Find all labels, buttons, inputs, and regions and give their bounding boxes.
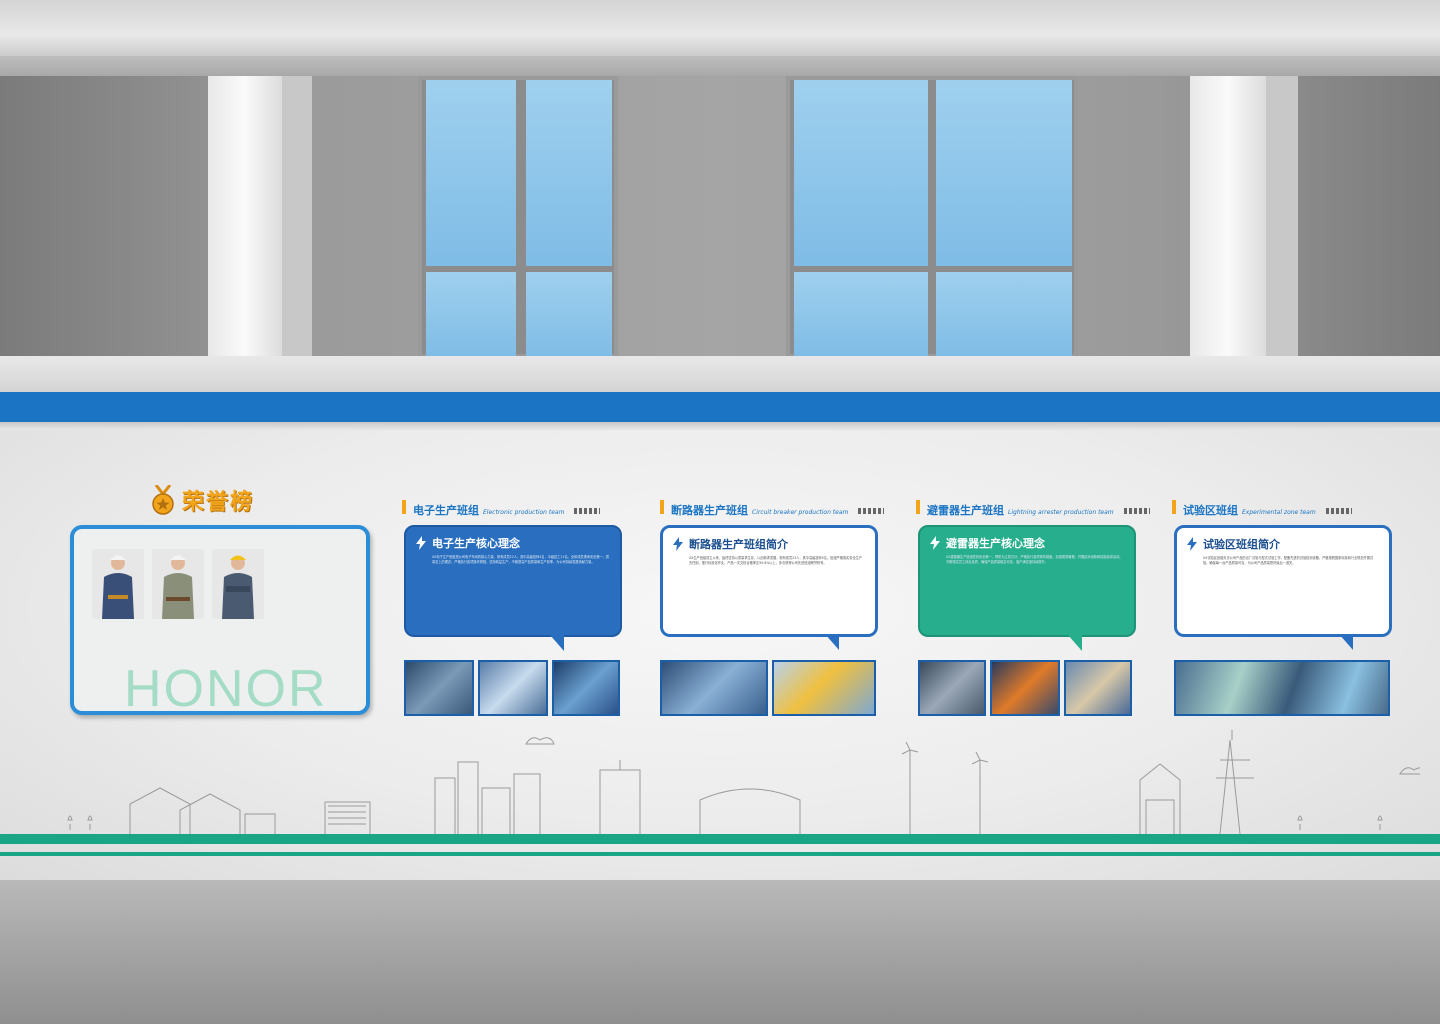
lightning-icon [930, 536, 940, 550]
lightning-icon [416, 536, 426, 550]
exhibition-wall-scene: 荣誉榜 HONOR 电子生产班组 Electronic production t… [0, 0, 1440, 1024]
right-window [786, 76, 1078, 358]
team-heading-arrester: 避雷器生产班组 Lightning arrester production te… [916, 500, 1150, 518]
blue-stripe [0, 392, 1440, 422]
lightning-icon [1187, 537, 1197, 551]
city-skyline-illustration [67, 730, 1420, 834]
team-panel-electronic: 电子生产核心理念 XX电子生产班组是公司电子车间的核心力量，现有成员22人，其中… [404, 525, 622, 651]
team-description: XX避雷器生产班组坚持安全第一、预防为主的方针，严格执行各项规章制度，加强现场管… [946, 555, 1123, 565]
honor-watermark: HONOR [124, 660, 328, 715]
medal-icon [152, 485, 174, 515]
team-panel-arrester: 避雷器生产核心理念 XX避雷器生产班组坚持安全第一、预防为主的方针，严格执行各项… [918, 525, 1136, 651]
green-floor-stripe [0, 834, 1440, 844]
honor-board: HONOR [70, 525, 370, 715]
team-description: XX电子生产班组是公司电子车间的核心力量，现有成员22人，其中高级技师4名，中级… [432, 555, 610, 565]
honor-heading: 荣誉榜 [150, 484, 254, 516]
worker-photo [92, 549, 144, 619]
left-column [208, 76, 282, 358]
team-photos-test-zone [1174, 660, 1390, 716]
team-photos-arrester [918, 660, 1132, 716]
team-panel-breaker: 断路器生产班组简介 XX生产班组成立以来，始终坚持以质量求生存、以创新求发展，现… [660, 525, 878, 650]
team-photos-breaker [660, 660, 876, 716]
worker-photo [152, 549, 204, 619]
left-column-side [282, 76, 312, 358]
green-floor-stripe-thin [0, 852, 1440, 856]
ceiling [0, 0, 1440, 58]
team-description: XX试验区班组负责公司产品的出厂试验与型式试验工作，配备先进的试验检测设备，严格… [1203, 556, 1374, 566]
floor [0, 880, 1440, 1024]
worker-photo [212, 549, 264, 619]
team-heading-breaker: 断路器生产班组 Circuit breaker production team [660, 500, 885, 518]
right-column [1190, 76, 1266, 358]
honor-title: 荣誉榜 [182, 490, 255, 515]
lightning-icon [673, 537, 683, 551]
team-heading-electronic: 电子生产班组 Electronic production team [402, 500, 601, 518]
window-sill [0, 356, 1440, 392]
team-panel-test-zone: 试验区班组简介 XX试验区班组负责公司产品的出厂试验与型式试验工作，配备先进的试… [1174, 525, 1392, 650]
right-column-side [1266, 76, 1298, 358]
left-window [418, 76, 618, 358]
team-photos-electronic [404, 660, 620, 716]
team-description: XX生产班组成立以来，始终坚持以质量求生存、以创新求发展，现有成员23人，其中高… [689, 556, 863, 566]
ceiling-edge [0, 56, 1440, 76]
team-heading-test-zone: 试验区班组 Experimental zone team [1172, 500, 1352, 518]
